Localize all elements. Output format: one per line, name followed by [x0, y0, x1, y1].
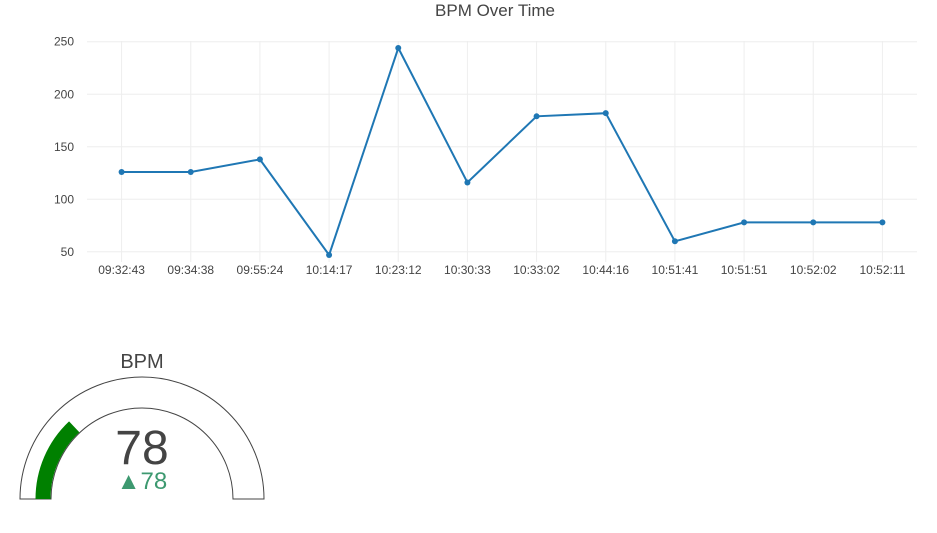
data-point	[464, 179, 471, 186]
x-tick-label: 10:44:16	[582, 263, 629, 277]
data-point	[326, 251, 333, 258]
x-tick-label: 10:33:02	[513, 263, 560, 277]
data-point	[602, 110, 609, 117]
x-tick-label: 10:52:02	[790, 263, 837, 277]
data-point	[879, 219, 886, 226]
data-point	[810, 219, 817, 226]
x-tick-label: 10:30:33	[444, 263, 491, 277]
x-tick-label: 10:23:12	[375, 263, 422, 277]
data-point	[395, 45, 402, 52]
chart-title: BPM Over Time	[435, 1, 555, 20]
gauge-title: BPM	[120, 351, 163, 373]
gauge-delta: ▲78	[117, 468, 167, 495]
data-point	[533, 113, 540, 120]
x-tick-label: 10:51:51	[721, 263, 768, 277]
x-tick-label: 10:14:17	[306, 263, 353, 277]
data-point	[671, 238, 678, 245]
data-point	[741, 219, 748, 226]
x-tick-label: 10:51:41	[652, 263, 699, 277]
dashboard: BPM Over Time 50 100 150 200 250 09:32:43 09:…	[0, 0, 937, 533]
bpm-gauge: BPM 78 ▲78	[19, 351, 265, 500]
x-tick-label: 10:52:11	[860, 263, 906, 277]
